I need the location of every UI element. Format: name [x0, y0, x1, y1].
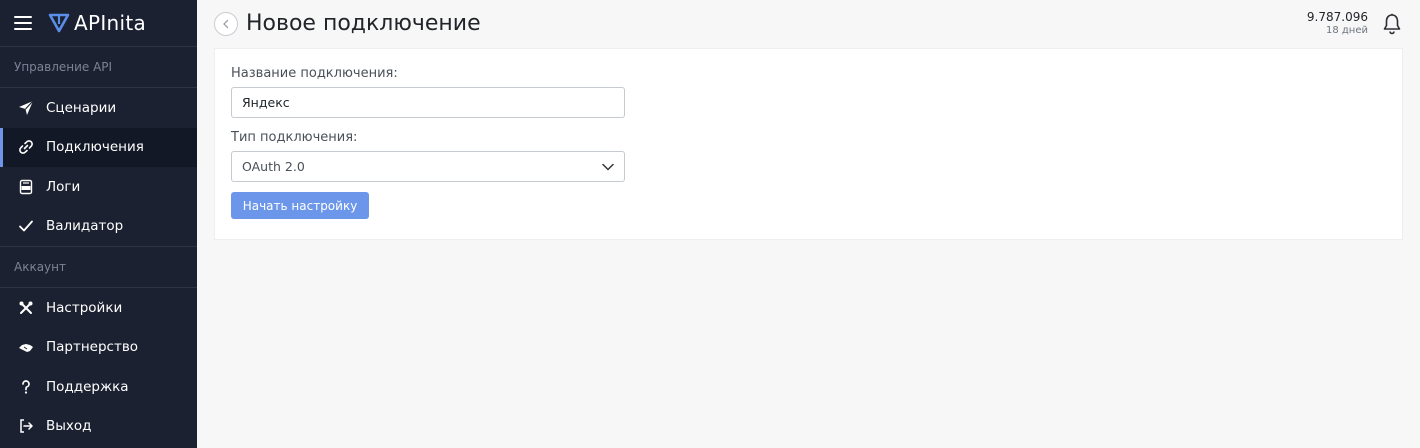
handshake-icon: [18, 339, 34, 355]
connection-name-label: Название подключения:: [231, 66, 398, 81]
app-logo[interactable]: APInita: [48, 11, 146, 35]
log-file-icon: [18, 179, 34, 195]
logout-icon: [18, 418, 34, 434]
connection-form-card: Название подключения: Тип подключения: O…: [214, 48, 1403, 240]
balance-days: 18 дней: [1325, 25, 1368, 36]
question-icon: [18, 379, 34, 395]
sidebar-item-support[interactable]: Поддержка: [0, 367, 197, 407]
page-title: Новое подключение: [246, 11, 481, 36]
connection-type-value: OAuth 2.0: [242, 159, 305, 174]
send-icon: [18, 100, 34, 116]
sidebar-item-label: Партнерство: [46, 339, 139, 356]
apinita-logo-icon: [48, 13, 70, 33]
section-title-api: Управление API: [0, 47, 197, 88]
sidebar-item-label: Поддержка: [46, 378, 129, 395]
connection-type-label: Тип подключения:: [231, 130, 358, 145]
sidebar-item-label: Валидатор: [46, 218, 124, 235]
balance-display: 9.787.096 18 дней: [1307, 10, 1368, 36]
sidebar-item-connections[interactable]: Подключения: [0, 127, 197, 167]
sidebar-item-label: Настройки: [46, 299, 123, 316]
sidebar-item-label: Подключения: [46, 139, 144, 156]
sidebar-item-label: Логи: [46, 178, 81, 195]
notification-bell-icon[interactable]: [1382, 13, 1402, 35]
chevron-left-icon: [223, 19, 229, 28]
sidebar-item-label: Сценарии: [46, 99, 117, 116]
start-setup-button[interactable]: Начать настройку: [231, 192, 369, 219]
sidebar-item-settings[interactable]: Настройки: [0, 288, 197, 328]
nav-group-api: Сценарии Подключения Логи Валидатор: [0, 88, 197, 247]
menu-icon[interactable]: [14, 16, 32, 30]
balance-amount: 9.787.096: [1306, 10, 1368, 24]
sidebar-item-scenarios[interactable]: Сценарии: [0, 88, 197, 128]
sidebar: APInita Управление API Сценарии Подключе…: [0, 0, 197, 448]
sidebar-item-logs[interactable]: Логи: [0, 167, 197, 207]
check-icon: [18, 218, 34, 234]
chevron-down-icon: [602, 163, 614, 170]
page-header: Новое подключение 9.787.096 18 дней: [197, 0, 1420, 47]
connection-type-select[interactable]: OAuth 2.0: [231, 151, 625, 182]
sidebar-item-validator[interactable]: Валидатор: [0, 207, 197, 247]
section-title-account: Аккаунт: [0, 247, 197, 288]
sidebar-item-partnership[interactable]: Партнерство: [0, 328, 197, 368]
nav-group-account: Настройки Партнерство Поддержка Выход: [0, 288, 197, 446]
sidebar-item-label: Выход: [46, 418, 92, 435]
app-name: APInita: [74, 11, 147, 35]
sidebar-item-logout[interactable]: Выход: [0, 407, 197, 447]
brand-bar: APInita: [0, 0, 197, 47]
back-button[interactable]: [214, 11, 238, 36]
connection-name-input[interactable]: [231, 87, 625, 118]
tools-icon: [18, 300, 34, 316]
link-icon: [18, 139, 34, 155]
